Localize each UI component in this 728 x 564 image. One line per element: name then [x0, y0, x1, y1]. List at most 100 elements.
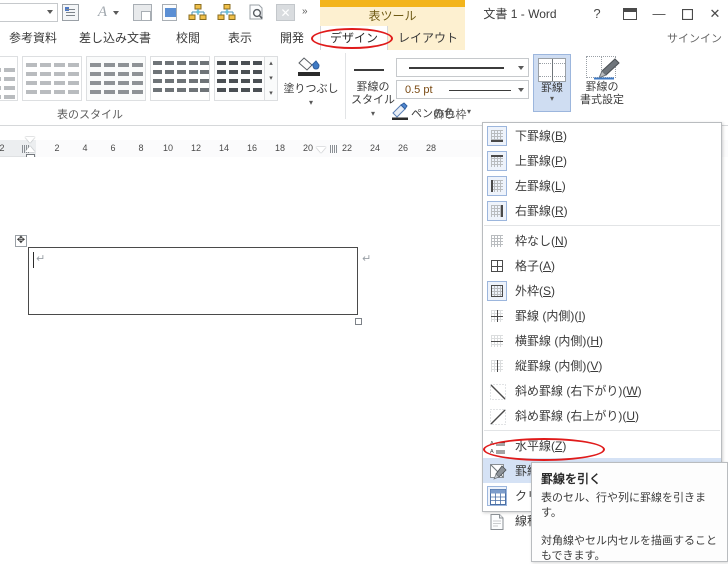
line-style-combo[interactable] [396, 58, 529, 77]
tab-mailings[interactable]: 差し込み文書 [70, 26, 160, 50]
table-style-thumbnail[interactable] [0, 56, 18, 101]
tab-layout[interactable]: レイアウト [392, 26, 464, 50]
border-painter-button[interactable]: 罫線の 書式設定 [575, 54, 629, 112]
menu-item-left-border[interactable]: 左罫線(L) [483, 173, 721, 198]
menu-item-top-border[interactable]: 上罫線(P) [483, 148, 721, 173]
border-painter-label-2: 書式設定 [580, 94, 624, 106]
contextual-tools-label: 表ツール [320, 7, 465, 26]
textbox-icon[interactable] [62, 4, 79, 21]
border-styles-chevron-down-icon: ▾ [370, 109, 375, 118]
menu-item-inside-horizontal-border[interactable]: 横罫線 (内側)(H) [483, 328, 721, 353]
menu-item-horizontal-line[interactable]: A A 水平線(Z) [483, 433, 721, 458]
maximize-button[interactable] [676, 4, 698, 24]
tab-design[interactable]: デザイン [320, 26, 388, 50]
quick-access-toolbar: A ✕ » 表ツール 文書 1 - Word ? — ✕ [0, 0, 728, 26]
group-label-borders: 飾り枠 [433, 109, 467, 121]
table-style-thumbnail[interactable] [22, 56, 82, 101]
menu-item-outside-borders[interactable]: 外枠(S) [483, 278, 721, 303]
border-all-icon [487, 256, 507, 276]
gallery-scroll-up-icon[interactable]: ▴ [265, 57, 277, 71]
ruler-tick: 20 [302, 143, 313, 153]
view-gridlines-icon [487, 485, 507, 506]
close-button[interactable]: ✕ [704, 4, 726, 24]
ruler-tick: 6 [110, 143, 116, 153]
close-x-icon[interactable]: ✕ [276, 4, 295, 21]
border-left-icon [487, 175, 507, 196]
document-icon[interactable] [162, 4, 177, 21]
table-style-thumbnail[interactable] [150, 56, 210, 101]
tab-review[interactable]: 校閲 [164, 26, 212, 50]
first-line-indent-marker[interactable] [25, 137, 35, 143]
svg-text:A: A [490, 441, 494, 447]
line-weight-preview [449, 90, 511, 91]
line-weight-chevron-down-icon[interactable] [518, 88, 524, 92]
window-title: 文書 1 - Word [483, 7, 557, 21]
menu-item-bottom-border[interactable]: 下罫線(B) [483, 123, 721, 148]
smartart-icon[interactable] [188, 4, 207, 21]
ruler-tab-marker[interactable] [330, 145, 337, 153]
ribbon-display-options-button[interactable] [619, 4, 641, 24]
ruler-tick: 8 [138, 143, 144, 153]
table-resize-handle[interactable] [355, 318, 362, 325]
menu-separator [484, 225, 720, 226]
shading-chevron-down-icon[interactable]: ▾ [283, 96, 339, 109]
tooltip: 罫線を引く 表のセル、行や列に罫線を引きます。 対角線やセル内セルを描画すること… [531, 462, 728, 562]
ruler-tick: 24 [369, 143, 380, 153]
pen-color-icon[interactable] [390, 102, 410, 120]
ruler-tick: 4 [82, 143, 88, 153]
borders-dropdown-menu[interactable]: 下罫線(B) 上罫線(P) 左罫線(L) 右罫線(R) 枠なし(N) 格子(A)… [482, 122, 722, 530]
borders-label: 罫線 [541, 82, 563, 94]
wordart-chevron-down-icon[interactable] [113, 11, 119, 15]
border-styles-label-2: スタイル [351, 94, 395, 106]
paragraph-mark-in-cell: ↵ [36, 252, 46, 265]
style-combo[interactable] [0, 3, 58, 22]
contextual-tools-band [320, 0, 465, 7]
ruler-tick: 16 [246, 143, 257, 153]
group-divider [345, 53, 346, 119]
shading-button[interactable]: 塗りつぶし ▾ [283, 55, 339, 111]
tab-references[interactable]: 参考資料 [0, 26, 66, 50]
ruler-tick: 18 [274, 143, 285, 153]
borders-button[interactable]: 罫線 ▾ [533, 54, 571, 112]
gallery-more-icon[interactable]: ▾ [265, 87, 277, 101]
menu-item-right-border[interactable]: 右罫線(R) [483, 198, 721, 223]
menu-item-diagonal-up-border[interactable]: 斜め罫線 (右上がり)(U) [483, 403, 721, 428]
ruler-tick: 10 [162, 143, 173, 153]
tab-view[interactable]: 表示 [216, 26, 264, 50]
border-painter-label-1: 罫線の [585, 81, 619, 93]
ruler-tick: 22 [341, 143, 352, 153]
smartart-alt-icon[interactable] [217, 4, 236, 21]
sign-in-link[interactable]: サインイン [667, 30, 722, 46]
menu-item-inside-borders[interactable]: 罫線 (内側)(I) [483, 303, 721, 328]
menu-item-all-borders[interactable]: 格子(A) [483, 253, 721, 278]
help-button[interactable]: ? [586, 4, 608, 24]
wordart-icon[interactable]: A [94, 4, 111, 21]
table-style-gallery-scrollbar[interactable]: ▴ ▾ ▾ [264, 56, 278, 101]
border-diagonal-up-icon [487, 406, 507, 426]
border-right-icon [487, 200, 507, 221]
menu-item-diagonal-down-border[interactable]: 斜め罫線 (右下がり)(W) [483, 378, 721, 403]
panel-icon[interactable] [133, 4, 152, 21]
table-move-handle[interactable]: ✥ [15, 235, 27, 247]
hanging-indent-marker[interactable] [25, 146, 35, 152]
ruler-tick: 2 [0, 143, 5, 153]
table-style-thumbnail[interactable] [86, 56, 146, 101]
line-weight-combo[interactable]: 0.5 pt [396, 80, 529, 99]
border-painter-icon [585, 56, 620, 81]
magnifier-document-icon[interactable] [247, 4, 266, 21]
tab-developer[interactable]: 開発 [268, 26, 316, 50]
border-diagonal-down-icon [487, 381, 507, 401]
line-style-chevron-down-icon[interactable] [518, 66, 524, 70]
table-cell[interactable] [28, 247, 358, 315]
gallery-scroll-down-icon[interactable]: ▾ [265, 72, 277, 86]
minimize-button[interactable]: — [648, 4, 670, 24]
menu-item-inside-vertical-border[interactable]: 縦罫線 (内側)(V) [483, 353, 721, 378]
border-top-icon [487, 150, 507, 171]
right-indent-marker[interactable] [316, 147, 326, 153]
line-weight-value: 0.5 pt [405, 84, 433, 96]
qat-overflow-icon[interactable]: » [302, 6, 307, 17]
borders-chevron-down-icon[interactable]: ▾ [534, 95, 570, 103]
menu-item-no-border[interactable]: 枠なし(N) [483, 228, 721, 253]
shading-label: 塗りつぶし [283, 83, 339, 95]
border-inside-vertical-icon [487, 356, 507, 376]
